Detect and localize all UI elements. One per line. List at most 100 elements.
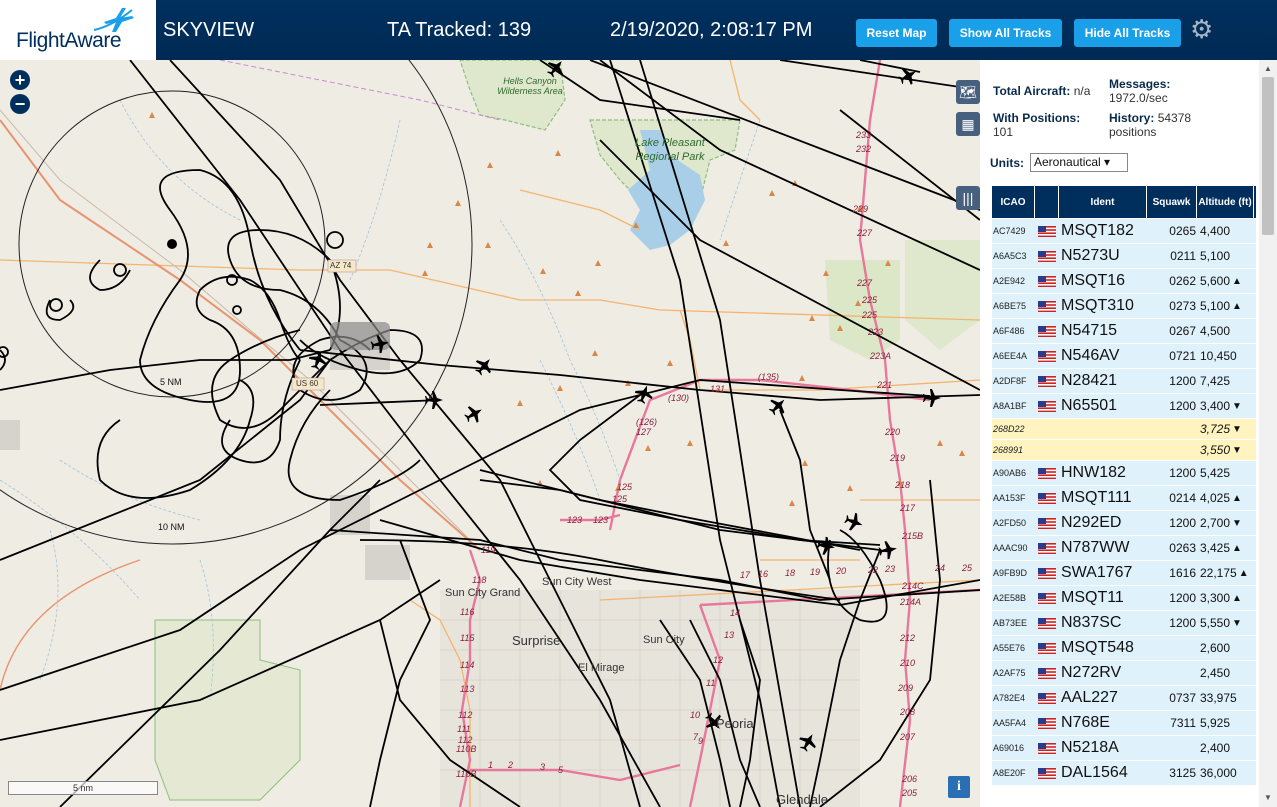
- squawk-cell: [1148, 636, 1196, 660]
- grid-icon[interactable]: ▦: [956, 112, 980, 136]
- aircraft-row[interactable]: A6A5C3 N5273U 0211 5,100: [992, 244, 1256, 269]
- us-flag-icon: [1038, 276, 1056, 287]
- column-altitude[interactable]: Altitude (ft): [1197, 186, 1254, 218]
- us-flag-icon: [1038, 226, 1056, 237]
- sidebar-scrollbar[interactable]: ▲ ▼: [1259, 60, 1277, 807]
- aircraft-row[interactable]: A6F486 N54715 0267 4,500: [992, 319, 1256, 344]
- aircraft-row[interactable]: AA5FA4 N768E 7311 5,925: [992, 711, 1256, 736]
- zoom-in-button[interactable]: +: [10, 70, 30, 90]
- us-flag-icon: [1038, 618, 1056, 629]
- aircraft-row[interactable]: AB73EE N837SC 1200 5,550 ▼: [992, 611, 1256, 636]
- altitude-cell: 3,725 ▼: [1200, 419, 1256, 439]
- map-layers-icon[interactable]: 🗺: [956, 80, 980, 104]
- scroll-thumb[interactable]: [1262, 77, 1274, 235]
- aircraft-row[interactable]: A55E76 MSQT548 2,600: [992, 636, 1256, 661]
- flightaware-logo[interactable]: FlightAware: [0, 0, 156, 60]
- altitude-value: 3,425: [1200, 541, 1231, 555]
- ident-cell: N837SC: [1061, 614, 1122, 631]
- reset-map-button[interactable]: Reset Map: [856, 19, 937, 47]
- route-label: 221: [877, 380, 893, 390]
- route-label: 9: [698, 736, 704, 746]
- route-label: 22: [868, 565, 879, 575]
- aircraft-row[interactable]: A69016 N5218A 2,400: [992, 736, 1256, 761]
- aircraft-row[interactable]: A6EE4A N546AV 0721 10,450: [992, 344, 1256, 369]
- us-flag-icon: [1038, 693, 1056, 704]
- columns-icon[interactable]: |||: [956, 186, 980, 210]
- altitude-value: 5,925: [1200, 716, 1231, 730]
- us-flag-icon: [1038, 593, 1056, 604]
- gear-icon[interactable]: ⚙: [1190, 16, 1213, 42]
- label-az74: AZ 74: [330, 261, 352, 270]
- aircraft-row[interactable]: A2E58B MSQT11 1200 3,300 ▲: [992, 586, 1256, 611]
- route-label: 227: [857, 278, 873, 288]
- route-label: 16: [758, 569, 769, 579]
- logo-text: FlightAware: [16, 29, 122, 52]
- aircraft-sidebar: Total Aircraft: n/a Messages: 1972.0/sec…: [980, 60, 1277, 807]
- info-button[interactable]: i: [948, 776, 970, 798]
- aircraft-row[interactable]: A9FB9D SWA1767 1616 22,175 ▲: [992, 561, 1256, 586]
- aircraft-row[interactable]: A782E4 AAL227 0737 33,975: [992, 686, 1256, 711]
- route-label: 114: [460, 660, 475, 670]
- map-view[interactable]: + − 🗺 ▦ ||| i 5 nm Hells Canyon Wilderne…: [0, 60, 980, 807]
- history-stat: History: 54378 positions: [1109, 111, 1229, 139]
- show-all-tracks-button[interactable]: Show All Tracks: [949, 19, 1062, 47]
- route-label: 3: [540, 762, 546, 772]
- route-label: 210: [900, 658, 916, 668]
- with-positions-stat: With Positions: 101: [993, 111, 1101, 139]
- squawk-cell: 1200: [1169, 399, 1196, 413]
- column-ident[interactable]: Ident: [1059, 186, 1147, 218]
- aircraft-row[interactable]: AC7429 MSQT182 0265 4,400: [992, 219, 1256, 244]
- column-flag[interactable]: [1035, 186, 1059, 218]
- altitude-trend-icon: ▲: [1232, 592, 1242, 604]
- aircraft-row[interactable]: A2FD50 N292ED 1200 2,700 ▼: [992, 511, 1256, 536]
- squawk-cell: [1148, 661, 1196, 685]
- icao-cell: A90AB6: [993, 468, 1027, 478]
- route-label: 110B: [456, 769, 477, 779]
- label-sun-city-west: Sun City West: [542, 576, 612, 588]
- route-label: 111: [457, 724, 471, 734]
- squawk-cell: [1148, 419, 1196, 439]
- route-label: 12: [713, 655, 724, 665]
- messages-value: 1972.0/sec: [1109, 91, 1168, 105]
- route-label: 110B: [456, 744, 477, 754]
- aircraft-row[interactable]: A6BE75 MSQT310 0273 5,100 ▲: [992, 294, 1256, 319]
- column-icao[interactable]: ICAO: [992, 186, 1035, 218]
- altitude-trend-icon: ▼: [1232, 444, 1242, 456]
- aircraft-row[interactable]: A2DF8F N28421 1200 7,425: [992, 369, 1256, 394]
- aircraft-row[interactable]: A2AF75 N272RV 2,450: [992, 661, 1256, 686]
- aircraft-row[interactable]: AAAC90 N787WW 0263 3,425 ▲: [992, 536, 1256, 561]
- ident-cell: N768E: [1061, 714, 1110, 731]
- aircraft-row[interactable]: A2E942 MSQT16 0262 5,600 ▲: [992, 269, 1256, 294]
- route-label: 225: [862, 295, 878, 305]
- label-wilderness: Hells Canyon Wilderness Area: [497, 76, 563, 96]
- aircraft-row[interactable]: 268D22 3,725 ▼: [992, 419, 1256, 440]
- route-label: 20: [836, 566, 847, 576]
- route-label: 225: [862, 310, 878, 320]
- scroll-down-icon[interactable]: ▼: [1259, 789, 1277, 806]
- altitude-value: 5,425: [1200, 466, 1231, 480]
- scroll-up-icon[interactable]: ▲: [1259, 60, 1277, 77]
- altitude-value: 2,400: [1200, 741, 1231, 755]
- clock: 2/19/2020, 2:08:17 PM: [610, 19, 813, 41]
- column-squawk[interactable]: Squawk: [1147, 186, 1197, 218]
- map-canvas[interactable]: [0, 60, 980, 807]
- units-select[interactable]: Aeronautical ▾: [1030, 153, 1128, 172]
- aircraft-row[interactable]: A8E20F DAL1564 3125 36,000: [992, 761, 1256, 786]
- hide-all-tracks-button[interactable]: Hide All Tracks: [1074, 19, 1181, 47]
- aircraft-row[interactable]: A90AB6 HNW182 1200 5,425: [992, 461, 1256, 486]
- squawk-cell: 0737: [1169, 691, 1196, 705]
- altitude-value: 2,600: [1200, 641, 1231, 655]
- altitude-trend-icon: ▼: [1232, 400, 1242, 412]
- aircraft-row[interactable]: AA153F MSQT111 0214 4,025 ▲: [992, 486, 1256, 511]
- altitude-value: 4,500: [1200, 324, 1231, 338]
- ident-cell: N546AV: [1061, 347, 1120, 364]
- route-label: 123: [593, 515, 609, 525]
- route-label: 215B: [902, 531, 924, 541]
- route-label: 13: [724, 630, 735, 640]
- aircraft-row[interactable]: 268991 3,550 ▼: [992, 440, 1256, 461]
- route-label: 119: [481, 545, 496, 555]
- icao-cell: A2FD50: [993, 518, 1027, 528]
- zoom-out-button[interactable]: −: [10, 94, 30, 114]
- route-label: 112: [458, 710, 473, 720]
- aircraft-row[interactable]: A8A1BF N65501 1200 3,400 ▼: [992, 394, 1256, 419]
